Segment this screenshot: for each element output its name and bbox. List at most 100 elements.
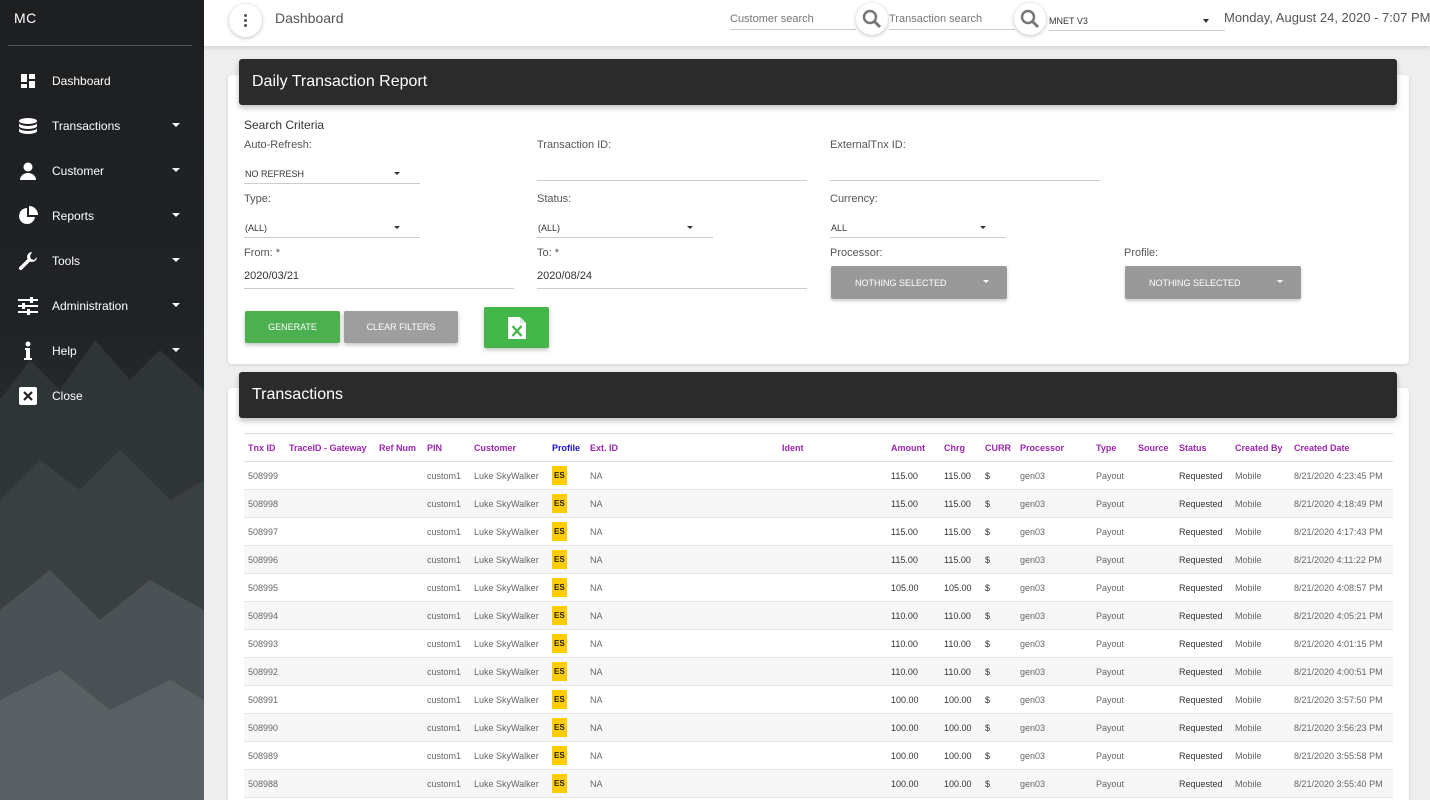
curr-cell: $ — [981, 601, 1016, 630]
pin-cell: custom1 — [423, 685, 470, 714]
type-cell: Payout — [1092, 741, 1134, 770]
chevron-down-icon — [1277, 280, 1283, 283]
table-row[interactable]: 508994 custom1 Luke SkyWalker ES NA 110.00 110… — [244, 601, 1393, 630]
table-row[interactable]: 508999 custom1 Luke SkyWalker ES NA 115.00 115… — [244, 461, 1393, 490]
customer-search-button[interactable] — [856, 3, 888, 35]
sidebar-nav: Dashboard Transactions Customer Reports — [0, 58, 204, 418]
column-header-customer[interactable]: Customer — [470, 433, 548, 462]
table-row[interactable]: 508991 custom1 Luke SkyWalker ES NA 100.00 100… — [244, 685, 1393, 714]
sidebar-item-reports[interactable]: Reports — [0, 193, 204, 238]
table-row[interactable]: 508993 custom1 Luke SkyWalker ES NA 110.00 110… — [244, 629, 1393, 658]
external-id-label: ExternalTnx ID: — [830, 139, 906, 151]
source-cell — [1134, 741, 1175, 770]
from-date-field[interactable]: 2020/03/21 — [244, 267, 514, 289]
column-header-trace-id[interactable]: TraceID - Gateway — [285, 433, 375, 462]
processor-select[interactable]: NOTHING SELECTED — [831, 266, 1007, 299]
created-date-cell: 8/21/2020 4:00:51 PM — [1290, 657, 1393, 686]
column-header-chrg[interactable]: Chrg — [940, 433, 981, 462]
auto-refresh-value: NO REFRESH — [245, 169, 305, 179]
trace-id-cell — [285, 489, 375, 518]
sidebar-item-close[interactable]: Close — [0, 373, 204, 418]
table-row[interactable]: 508992 custom1 Luke SkyWalker ES NA 110.00 110… — [244, 657, 1393, 686]
ident-cell — [778, 517, 887, 546]
customer-cell: Luke SkyWalker — [470, 573, 548, 602]
current-datetime: Monday, August 24, 2020 - 7:07 PM — [1224, 10, 1430, 25]
currency-select[interactable]: ALL — [830, 218, 1006, 238]
column-header-status[interactable]: Status — [1175, 433, 1231, 462]
status-label: Status: — [537, 193, 572, 205]
column-header-ref-num[interactable]: Ref Num — [375, 433, 423, 462]
sidebar-item-label: Customer — [52, 163, 105, 178]
ident-cell — [778, 685, 887, 714]
column-header-ident[interactable]: Ident — [778, 433, 887, 462]
export-excel-button[interactable] — [484, 307, 549, 348]
profile-badge: ES — [552, 746, 567, 765]
app-logo[interactable]: MC — [14, 10, 37, 26]
generate-button[interactable]: GENERATE — [245, 311, 340, 343]
column-header-amount[interactable]: Amount — [887, 433, 940, 462]
sidebar-item-customer[interactable]: Customer — [0, 148, 204, 193]
status-select[interactable]: (ALL) — [537, 218, 713, 238]
transaction-search-input[interactable] — [889, 8, 1015, 30]
table-row[interactable]: 508998 custom1 Luke SkyWalker ES NA 115.00 115… — [244, 489, 1393, 518]
profile-cell: ES — [548, 629, 586, 658]
external-id-field[interactable] — [830, 159, 1100, 181]
chrg-cell: 110.00 — [940, 657, 981, 686]
clear-filters-button[interactable]: CLEAR FILTERS — [344, 311, 458, 343]
customer-cell: Luke SkyWalker — [470, 685, 548, 714]
chevron-down-icon — [1203, 19, 1209, 23]
pin-cell: custom1 — [423, 573, 470, 602]
column-header-curr[interactable]: CURR — [981, 433, 1016, 462]
to-date-field[interactable]: 2020/08/24 — [537, 267, 807, 289]
source-cell — [1134, 545, 1175, 574]
ident-cell — [778, 713, 887, 742]
amount-cell: 100.00 — [887, 769, 940, 798]
profile-select[interactable]: NOTHING SELECTED — [1125, 266, 1301, 299]
curr-cell: $ — [981, 489, 1016, 518]
tnx-id-cell: 508988 — [244, 769, 285, 798]
tnx-id-cell: 508995 — [244, 573, 285, 602]
sidebar-item-dashboard[interactable]: Dashboard — [0, 58, 204, 103]
ident-cell — [778, 601, 887, 630]
trace-id-cell — [285, 545, 375, 574]
processor-cell: gen03 — [1016, 769, 1092, 798]
sidebar-item-transactions[interactable]: Transactions — [0, 103, 204, 148]
chevron-down-icon — [172, 213, 180, 217]
auto-refresh-select[interactable]: NO REFRESH — [244, 164, 420, 184]
column-header-processor[interactable]: Processor — [1016, 433, 1092, 462]
table-row[interactable]: 508995 custom1 Luke SkyWalker ES NA 105.00 105… — [244, 573, 1393, 602]
coins-icon — [17, 115, 39, 137]
table-row[interactable]: 508989 custom1 Luke SkyWalker ES NA 100.00 100… — [244, 741, 1393, 770]
more-menu-button[interactable] — [229, 4, 262, 37]
source-cell — [1134, 461, 1175, 490]
table-row[interactable]: 508996 custom1 Luke SkyWalker ES NA 115.00 115… — [244, 545, 1393, 574]
processor-cell: gen03 — [1016, 657, 1092, 686]
table-row[interactable]: 508988 custom1 Luke SkyWalker ES NA 100.00 100… — [244, 769, 1393, 798]
column-header-pin[interactable]: PIN — [423, 433, 470, 462]
chevron-down-icon — [172, 348, 180, 352]
column-header-created-by[interactable]: Created By — [1231, 433, 1290, 462]
type-select[interactable]: (ALL) — [244, 218, 420, 238]
profile-cell: ES — [548, 713, 586, 742]
type-label: Type: — [244, 193, 271, 205]
column-header-type[interactable]: Type — [1092, 433, 1134, 462]
more-vert-icon — [244, 13, 247, 28]
transaction-search-button[interactable] — [1014, 3, 1046, 35]
sidebar-item-administration[interactable]: Administration — [0, 283, 204, 328]
customer-search-input[interactable] — [730, 8, 856, 30]
sidebar-item-help[interactable]: Help — [0, 328, 204, 373]
column-header-created-date[interactable]: Created Date — [1290, 433, 1393, 462]
table-row[interactable]: 508990 custom1 Luke SkyWalker ES NA 100.00 100… — [244, 713, 1393, 742]
trace-id-cell — [285, 769, 375, 798]
column-header-profile[interactable]: Profile — [548, 433, 586, 462]
column-header-source[interactable]: Source — [1134, 433, 1175, 462]
amount-cell: 115.00 — [887, 545, 940, 574]
transaction-id-field[interactable] — [537, 159, 807, 181]
column-header-tnx-id[interactable]: Tnx ID — [244, 433, 285, 462]
column-header-ext-id[interactable]: Ext. ID — [586, 433, 778, 462]
sidebar-item-tools[interactable]: Tools — [0, 238, 204, 283]
environment-select[interactable]: MNET V3 — [1049, 10, 1225, 31]
amount-cell: 100.00 — [887, 685, 940, 714]
table-row[interactable]: 508997 custom1 Luke SkyWalker ES NA 115.00 115… — [244, 517, 1393, 546]
pin-cell: custom1 — [423, 489, 470, 518]
